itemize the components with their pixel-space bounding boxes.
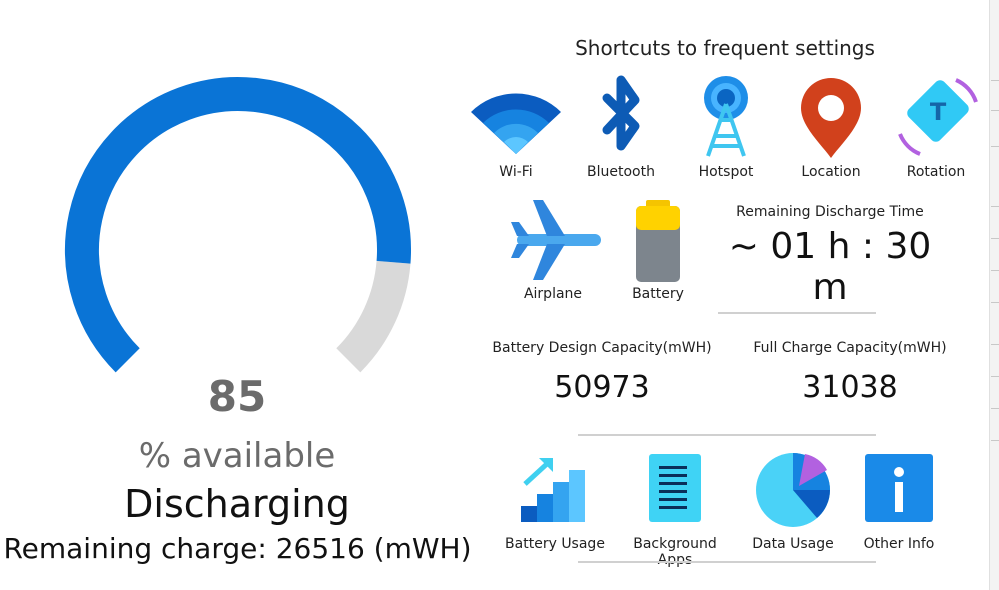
data-usage-button[interactable]: Data Usage (738, 450, 848, 552)
full-capacity-label: Full Charge Capacity(mWH) (753, 340, 947, 356)
bluetooth-icon (602, 75, 640, 151)
edge-divider (991, 408, 999, 409)
bottom-label: Other Info (863, 536, 935, 552)
rotation-icon: T (898, 78, 978, 156)
battery-icon (636, 200, 680, 282)
shortcut-label: Hotspot (698, 164, 754, 180)
background-apps-icon (649, 454, 701, 522)
location-icon (801, 78, 861, 158)
background-apps-button[interactable]: Background Apps (615, 450, 735, 568)
shortcuts-title: Shortcuts to frequent settings (575, 36, 875, 60)
bottom-label: Background Apps (633, 536, 717, 568)
edge-divider (991, 80, 999, 81)
shortcut-label: Battery (632, 286, 684, 302)
shortcut-label: Bluetooth (587, 164, 655, 180)
shortcut-label: Rotation (906, 164, 966, 180)
discharge-time-value: ~ 01 h : 30 m (728, 226, 932, 308)
design-capacity-label: Battery Design Capacity(mWH) (492, 340, 712, 356)
gauge-fill (65, 77, 411, 373)
edge-divider (991, 146, 999, 147)
edge-divider (991, 110, 999, 111)
discharge-time-label: Remaining Discharge Time (736, 204, 924, 220)
shortcut-airplane[interactable]: Airplane (498, 196, 608, 302)
battery-usage-icon (521, 458, 585, 522)
divider (578, 561, 876, 563)
divider (718, 312, 876, 314)
charging-state: Discharging (124, 482, 350, 526)
shortcut-hotspot[interactable]: Hotspot (671, 74, 781, 180)
wifi-icon (471, 93, 561, 154)
hotspot-icon (704, 76, 748, 157)
edge-divider (991, 344, 999, 345)
adjacent-window-edge (989, 0, 999, 590)
data-usage-icon (756, 453, 830, 527)
shortcut-bluetooth[interactable]: Bluetooth (566, 74, 676, 180)
bottom-label: Battery Usage (505, 536, 605, 552)
edge-divider (991, 376, 999, 377)
shortcut-wifi[interactable]: Wi-Fi (461, 74, 571, 180)
shortcut-label: Location (801, 164, 861, 180)
bottom-label: Data Usage (752, 536, 834, 552)
shortcut-label: Wi-Fi (499, 164, 533, 180)
percent-available-label: % available (138, 436, 336, 476)
battery-usage-button[interactable]: Battery Usage (500, 450, 610, 552)
battery-percent: 85 (207, 372, 267, 421)
shortcut-battery[interactable]: Battery (603, 196, 713, 302)
full-capacity-value: 31038 (802, 370, 898, 405)
battery-gauge (65, 77, 411, 373)
airplane-icon (511, 200, 601, 280)
edge-divider (991, 440, 999, 441)
shortcut-rotation[interactable]: T Rotation (881, 74, 991, 180)
divider (578, 434, 876, 436)
edge-divider (991, 206, 999, 207)
gauge-track (335, 260, 411, 373)
shortcut-label: Airplane (523, 286, 583, 302)
edge-divider (991, 238, 999, 239)
design-capacity-value: 50973 (554, 370, 650, 405)
edge-divider (991, 302, 999, 303)
shortcut-location[interactable]: Location (776, 74, 886, 180)
other-info-button[interactable]: Other Info (844, 450, 954, 552)
edge-divider (991, 270, 999, 271)
remaining-charge: Remaining charge: 26516 (mWH) (3, 532, 472, 565)
svg-text:T: T (930, 98, 947, 126)
info-icon (865, 454, 933, 522)
